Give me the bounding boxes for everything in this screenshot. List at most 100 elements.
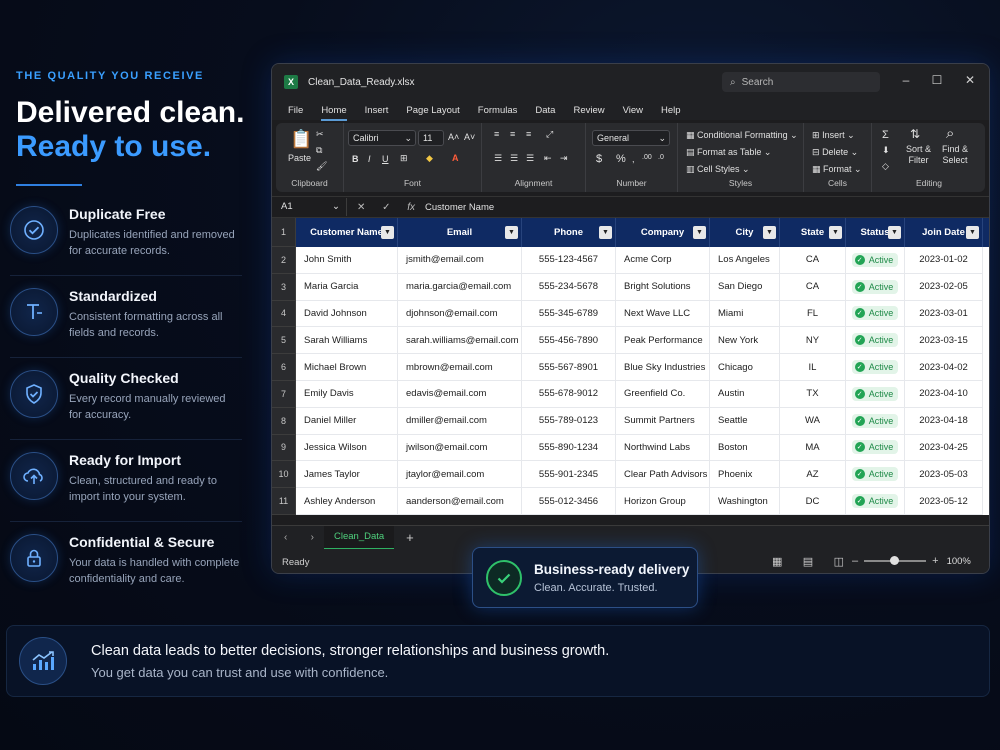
conditional-formatting-button[interactable]: ▦ Conditional Formatting ⌄ <box>686 130 798 141</box>
autosum-icon[interactable]: Σ <box>882 129 889 141</box>
row-number[interactable]: 5 <box>272 327 296 355</box>
maximize-button[interactable]: ☐ <box>929 73 945 87</box>
row-number[interactable]: 10 <box>272 461 296 489</box>
table-cell[interactable]: 555-890-1234 <box>522 434 616 462</box>
table-cell[interactable]: John Smith <box>296 247 398 274</box>
table-cell[interactable]: Acme Corp <box>616 247 710 274</box>
row-number[interactable]: 9 <box>272 434 296 462</box>
column-header[interactable]: Status ▼ <box>846 218 905 247</box>
table-cell[interactable]: Clear Path Advisors <box>616 461 710 489</box>
table-cell[interactable]: ✓ Active <box>846 461 905 489</box>
underline-button[interactable]: U <box>382 154 389 164</box>
font-name-select[interactable]: Calibri ⌄ <box>348 130 416 146</box>
table-cell[interactable]: ✓ Active <box>846 247 905 274</box>
sort-filter-button[interactable]: Sort & Filter <box>906 144 931 166</box>
menu-view[interactable]: View <box>623 105 643 116</box>
table-cell[interactable]: 2023-05-03 <box>905 461 983 489</box>
table-cell[interactable]: 2023-02-05 <box>905 273 983 301</box>
align-left-icon[interactable]: ☰ <box>494 153 502 164</box>
font-grow-icon[interactable]: A˄ <box>448 132 459 142</box>
table-cell[interactable]: 2023-04-02 <box>905 354 983 381</box>
decrease-decimal-icon[interactable]: .0 <box>658 154 664 161</box>
table-cell[interactable]: Michael Brown <box>296 354 398 381</box>
column-header[interactable]: Email ▼ <box>398 218 522 247</box>
table-cell[interactable]: 555-012-3456 <box>522 488 616 515</box>
table-cell[interactable]: San Diego <box>710 273 780 301</box>
table-cell[interactable]: 2023-03-01 <box>905 300 983 328</box>
table-cell[interactable]: Seattle <box>710 407 780 435</box>
format-cells-button[interactable]: ▦ Format ⌄ <box>812 164 862 175</box>
copy-icon[interactable]: ⧉ <box>316 145 322 156</box>
table-cell[interactable]: mbrown@email.com <box>398 354 522 381</box>
column-header[interactable]: State ▼ <box>780 218 846 247</box>
menu-review[interactable]: Review <box>573 105 604 116</box>
filter-dropdown-icon[interactable]: ▼ <box>763 226 776 239</box>
table-cell[interactable]: Sarah Williams <box>296 327 398 355</box>
table-cell[interactable]: ✓ Active <box>846 380 905 408</box>
align-center-icon[interactable]: ☰ <box>510 153 518 164</box>
table-cell[interactable]: Emily Davis <box>296 380 398 408</box>
filter-dropdown-icon[interactable]: ▼ <box>381 226 394 239</box>
table-cell[interactable]: ✓ Active <box>846 300 905 328</box>
table-cell[interactable]: FL <box>780 300 846 328</box>
row-number[interactable]: 8 <box>272 407 296 435</box>
find-icon[interactable]: ⌕ <box>946 125 954 142</box>
table-cell[interactable]: ✓ Active <box>846 273 905 301</box>
number-format-select[interactable]: General ⌄ <box>592 130 670 146</box>
table-cell[interactable]: Chicago <box>710 354 780 381</box>
table-cell[interactable]: aanderson@email.com <box>398 488 522 515</box>
sort-filter-icon[interactable]: ⇅ <box>910 127 920 141</box>
fill-icon[interactable]: ⬇ <box>882 145 890 156</box>
table-cell[interactable]: Phoenix <box>710 461 780 489</box>
table-cell[interactable]: edavis@email.com <box>398 380 522 408</box>
menu-page-layout[interactable]: Page Layout <box>406 105 459 116</box>
chevron-left-icon[interactable]: ‹ <box>284 532 287 543</box>
table-cell[interactable]: Daniel Miller <box>296 407 398 435</box>
table-cell[interactable]: Horizon Group <box>616 488 710 515</box>
table-cell[interactable]: ✓ Active <box>846 327 905 355</box>
function-icon[interactable]: fx <box>407 202 415 213</box>
name-box[interactable]: A1 ⌄ <box>275 198 347 216</box>
filter-dropdown-icon[interactable]: ▼ <box>693 226 706 239</box>
column-header[interactable]: Join Date ▼ <box>905 218 983 247</box>
borders-icon[interactable]: ⊞ <box>400 153 408 164</box>
confirm-icon[interactable]: ✓ <box>382 202 390 213</box>
table-cell[interactable]: 555-567-8901 <box>522 354 616 381</box>
table-cell[interactable]: David Johnson <box>296 300 398 328</box>
filter-dropdown-icon[interactable]: ▼ <box>888 226 901 239</box>
table-cell[interactable]: 555-234-5678 <box>522 273 616 301</box>
zoom-slider[interactable] <box>864 556 927 565</box>
zoom-in-icon[interactable]: + <box>932 555 938 567</box>
table-cell[interactable]: 2023-04-18 <box>905 407 983 435</box>
filter-dropdown-icon[interactable]: ▼ <box>505 226 518 239</box>
row-number[interactable]: 3 <box>272 273 296 301</box>
menu-help[interactable]: Help <box>661 105 681 116</box>
table-cell[interactable]: Austin <box>710 380 780 408</box>
table-cell[interactable]: CA <box>780 273 846 301</box>
table-cell[interactable]: ✓ Active <box>846 488 905 515</box>
page-break-view-icon[interactable]: ◫ <box>834 555 844 568</box>
filter-dropdown-icon[interactable]: ▼ <box>599 226 612 239</box>
zoom-out-icon[interactable]: – <box>852 555 858 567</box>
table-cell[interactable]: Miami <box>710 300 780 328</box>
table-cell[interactable]: 555-123-4567 <box>522 247 616 274</box>
increase-decimal-icon[interactable]: .00 <box>642 154 652 161</box>
font-shrink-icon[interactable]: A˅ <box>464 132 475 142</box>
currency-icon[interactable]: $ <box>596 153 602 165</box>
table-cell[interactable]: Washington <box>710 488 780 515</box>
filter-dropdown-icon[interactable]: ▼ <box>829 226 842 239</box>
table-cell[interactable]: ✓ Active <box>846 407 905 435</box>
table-cell[interactable]: ✓ Active <box>846 354 905 381</box>
delete-cells-button[interactable]: ⊟ Delete ⌄ <box>812 147 858 158</box>
font-size-select[interactable]: 11 <box>418 130 444 146</box>
cell-styles-button[interactable]: ▥ Cell Styles ⌄ <box>686 164 750 175</box>
table-cell[interactable]: Blue Sky Industries <box>616 354 710 381</box>
normal-view-icon[interactable]: ▦ <box>772 555 782 568</box>
bold-button[interactable]: B <box>352 154 359 164</box>
align-right-icon[interactable]: ☰ <box>526 153 534 164</box>
search-input[interactable]: ⌕ Search <box>722 72 880 92</box>
table-cell[interactable]: jtaylor@email.com <box>398 461 522 489</box>
table-cell[interactable]: 555-789-0123 <box>522 407 616 435</box>
table-cell[interactable]: sarah.williams@email.com <box>398 327 522 355</box>
table-cell[interactable]: jwilson@email.com <box>398 434 522 462</box>
